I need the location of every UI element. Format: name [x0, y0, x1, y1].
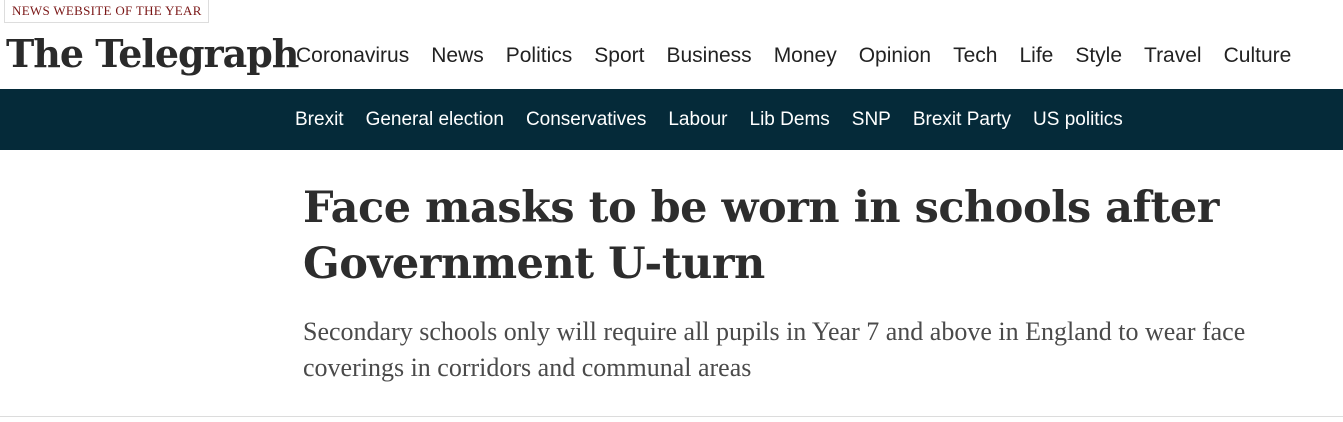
nav-item-politics[interactable]: Politics — [494, 40, 584, 106]
sub-nav-item-conservatives[interactable]: Conservatives — [515, 109, 657, 131]
nav-item-coronavirus[interactable]: Coronavirus — [285, 40, 420, 89]
nav-item-tech[interactable]: Tech — [942, 40, 1008, 89]
sub-nav-bar: Brexit General election Conservatives La… — [0, 89, 1343, 150]
sub-nav-item-general-election[interactable]: General election — [355, 109, 515, 131]
sub-nav-item-brexit[interactable]: Brexit — [284, 109, 355, 131]
telegraph-logo[interactable]: The Telegraph — [6, 30, 299, 78]
nav-item-travel[interactable]: Travel — [1133, 40, 1213, 89]
nav-item-culture[interactable]: Culture — [1213, 40, 1303, 89]
nav-item-business[interactable]: Business — [655, 40, 762, 89]
sub-nav-item-snp[interactable]: SNP — [841, 109, 902, 131]
sub-nav-item-labour[interactable]: Labour — [657, 109, 738, 131]
award-badge: NEWS WEBSITE OF THE YEAR — [4, 0, 209, 23]
article-headline: Face masks to be worn in schools after G… — [303, 183, 1219, 289]
nav-item-opinion[interactable]: Opinion — [848, 40, 942, 89]
nav-item-style[interactable]: Style — [1064, 40, 1133, 89]
divider — [0, 416, 1343, 417]
nav-item-life[interactable]: Life — [1008, 40, 1064, 89]
article-standfirst: Secondary schools only will require all … — [303, 317, 1246, 382]
sub-nav-item-us-politics[interactable]: US politics — [1022, 109, 1134, 131]
sub-nav-item-brexit-party[interactable]: Brexit Party — [902, 109, 1022, 131]
sub-nav-item-lib-dems[interactable]: Lib Dems — [739, 109, 841, 131]
nav-item-news[interactable]: News — [420, 40, 495, 89]
nav-item-money[interactable]: Money — [763, 40, 848, 89]
nav-item-sport[interactable]: Sport — [583, 40, 655, 89]
primary-nav: Coronavirus News Politics Sport Business… — [285, 40, 1303, 106]
sub-nav: Brexit General election Conservatives La… — [284, 89, 1134, 150]
